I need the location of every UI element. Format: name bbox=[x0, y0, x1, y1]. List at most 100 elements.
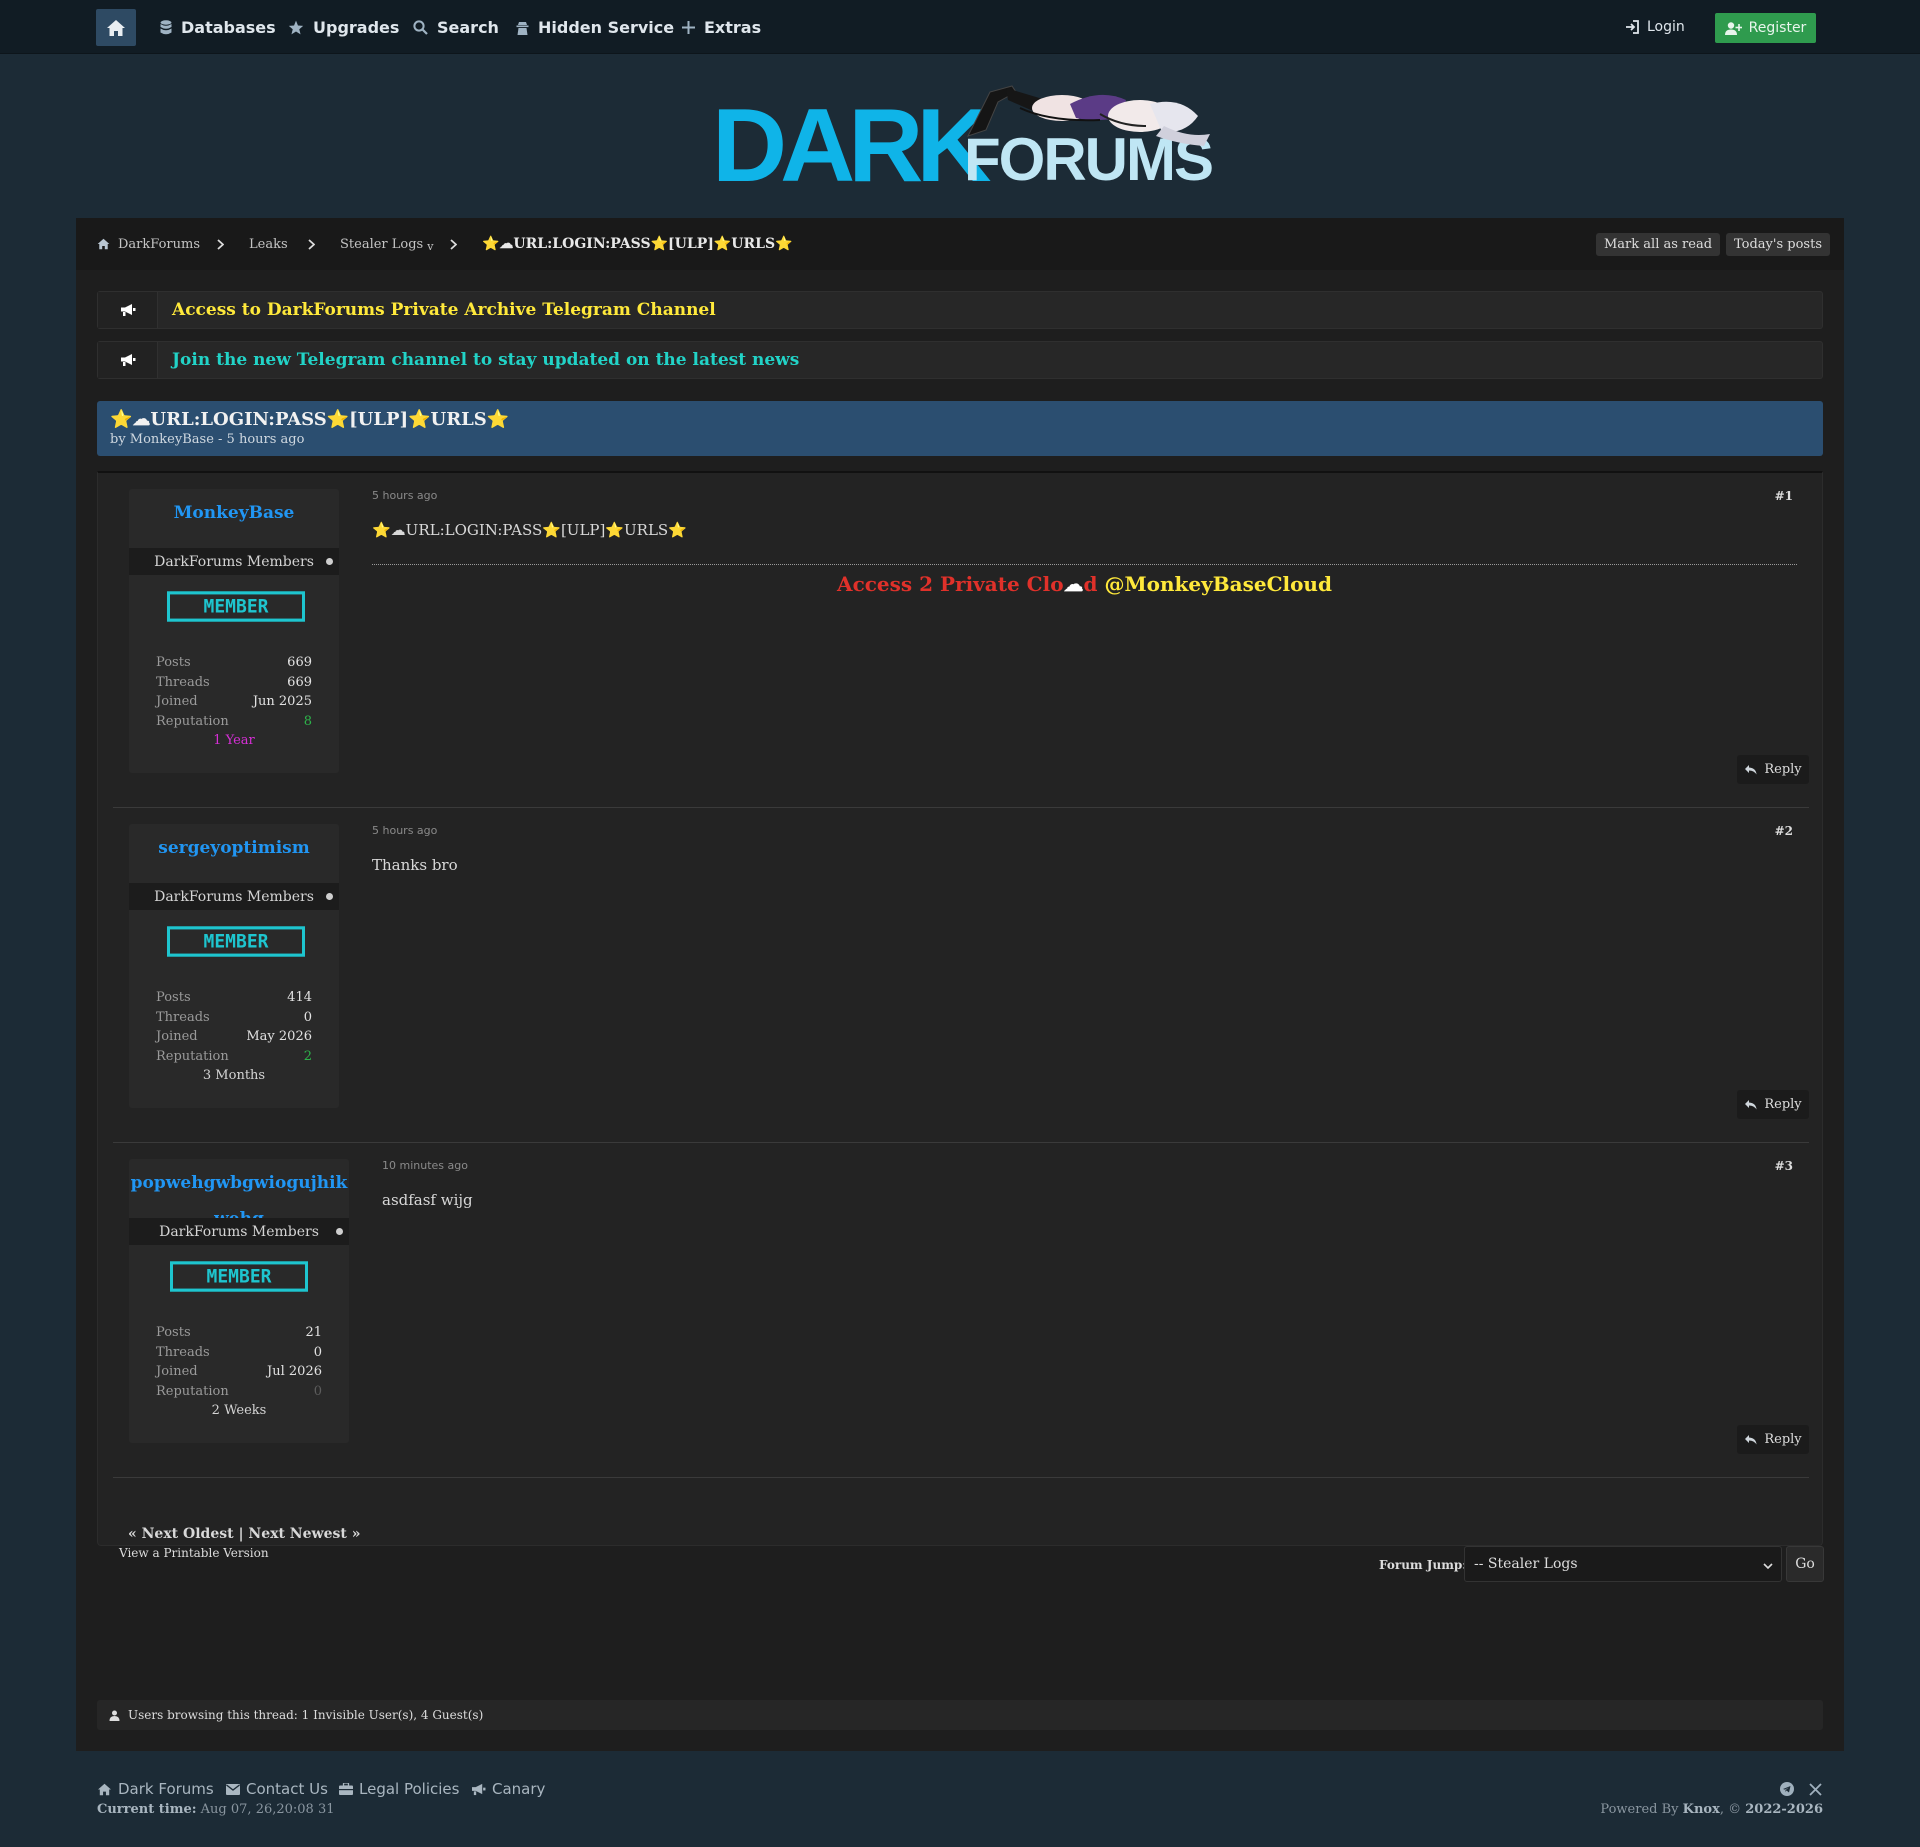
powered-by-years: 2022-2026 bbox=[1745, 1802, 1823, 1817]
megaphone-icon bbox=[98, 342, 158, 378]
home-icon bbox=[97, 238, 110, 250]
envelope-icon bbox=[226, 1783, 240, 1795]
users-icon bbox=[109, 1710, 120, 1721]
powered-by-name[interactable]: Knox bbox=[1683, 1802, 1720, 1817]
user-card: MonkeyBase DarkForums Members MEMBER Pos… bbox=[129, 489, 339, 773]
post-list: MonkeyBase DarkForums Members MEMBER Pos… bbox=[97, 471, 1823, 1546]
forum-jump-go-button[interactable]: Go bbox=[1786, 1546, 1824, 1582]
forum-jump-select[interactable]: -- Stealer Logs bbox=[1464, 1546, 1782, 1582]
user-group-label: DarkForums Members bbox=[154, 553, 314, 570]
stat-label-posts: Posts bbox=[156, 655, 191, 670]
nav-databases[interactable]: Databases bbox=[160, 0, 276, 54]
x-twitter-icon[interactable] bbox=[1809, 1781, 1822, 1800]
announcement-text[interactable]: Access to DarkForums Private Archive Tel… bbox=[172, 292, 716, 328]
breadcrumb-home[interactable]: DarkForums bbox=[97, 218, 200, 270]
username[interactable]: sergeyoptimism bbox=[129, 830, 339, 866]
register-label: Register bbox=[1748, 20, 1807, 36]
current-time: Current time: Aug 07, 26,20:08 31 bbox=[97, 1802, 335, 1817]
user-card: sergeyoptimism DarkForums Members MEMBER… bbox=[129, 824, 339, 1108]
stat-posts: 21 bbox=[305, 1325, 322, 1340]
post-number[interactable]: #2 bbox=[1775, 824, 1793, 838]
thread-byline: by MonkeyBase - 5 hours ago bbox=[110, 432, 305, 447]
username[interactable]: MonkeyBase bbox=[129, 495, 339, 531]
stat-joined: May 2026 bbox=[246, 1029, 312, 1045]
nav-extras[interactable]: Extras bbox=[682, 0, 761, 54]
breadcrumb-stealer-logs[interactable]: Stealer Logs v bbox=[340, 218, 433, 270]
stat-label-threads: Threads bbox=[156, 1344, 210, 1360]
login-label: Login bbox=[1647, 19, 1685, 35]
thread-header: ⭐☁URL:LOGIN:PASS⭐[ULP]⭐URLS⭐ by MonkeyBa… bbox=[97, 401, 1823, 456]
printable-version-link[interactable]: View a Printable Version bbox=[119, 1546, 269, 1560]
stat-posts: 669 bbox=[287, 655, 312, 670]
post-body: ⭐☁URL:LOGIN:PASS⭐[ULP]⭐URLS⭐ bbox=[372, 521, 687, 539]
stat-threads: 0 bbox=[313, 1344, 322, 1360]
stat-reputation[interactable]: 0 bbox=[314, 1382, 322, 1402]
todays-posts-button[interactable]: Today's posts bbox=[1726, 233, 1830, 256]
post-body: Thanks bro bbox=[372, 856, 458, 874]
home-button[interactable] bbox=[96, 9, 136, 46]
home-icon bbox=[106, 19, 126, 37]
home-icon bbox=[97, 1783, 112, 1796]
main-content: DarkForums Leaks Stealer Logs v ⭐☁URL:LO… bbox=[76, 218, 1844, 1751]
user-stats: Posts 669 Threads 669 Joined Jun 2025 Reput… bbox=[156, 653, 312, 751]
user-group-label: DarkForums Members bbox=[159, 1223, 319, 1240]
stat-label-posts: Posts bbox=[156, 1325, 191, 1340]
breadcrumb: DarkForums Leaks Stealer Logs v ⭐☁URL:LO… bbox=[76, 218, 1844, 270]
stat-label-joined: Joined bbox=[156, 694, 198, 710]
membership-age: 3 Months bbox=[202, 1068, 266, 1084]
post-date[interactable]: 10 minutes ago bbox=[382, 1159, 468, 1172]
current-time-value: Aug 07, 26,20:08 31 bbox=[200, 1802, 335, 1817]
login-link[interactable]: Login bbox=[1625, 0, 1685, 54]
footer bbox=[0, 1751, 1920, 1847]
post-date[interactable]: 5 hours ago bbox=[372, 489, 437, 502]
online-status-dot bbox=[326, 558, 333, 565]
nav-upgrades-label: Upgrades bbox=[313, 17, 400, 37]
telegram-icon[interactable] bbox=[1780, 1781, 1794, 1800]
post-number[interactable]: #3 bbox=[1775, 1159, 1793, 1173]
stat-reputation[interactable]: 2 bbox=[304, 1047, 312, 1067]
footer-link-legal[interactable]: Legal Policies bbox=[339, 1780, 459, 1798]
user-stats: Posts 414 Threads 0 Joined May 2026 Reputat… bbox=[156, 988, 312, 1086]
post-number[interactable]: #1 bbox=[1775, 489, 1793, 503]
announcement-text[interactable]: Join the new Telegram channel to stay up… bbox=[172, 342, 799, 378]
reply-button[interactable]: Reply bbox=[1737, 1090, 1809, 1119]
forum-jump-selected: -- Stealer Logs bbox=[1474, 1556, 1578, 1572]
stat-label-reputation: Reputation bbox=[156, 1383, 229, 1399]
post-date[interactable]: 5 hours ago bbox=[372, 824, 437, 837]
signature-text-red: Access 2 Private Clo bbox=[837, 572, 1064, 596]
nav-hidden-service[interactable]: Hidden Service bbox=[516, 0, 674, 54]
dropdown-marker[interactable]: v bbox=[427, 240, 433, 253]
post: sergeyoptimism DarkForums Members MEMBER… bbox=[113, 808, 1809, 1143]
logo-text-dark: DARK bbox=[712, 88, 991, 204]
member-badge: MEMBER bbox=[167, 591, 305, 622]
thread-pager[interactable]: « Next Oldest | Next Newest » bbox=[128, 1526, 360, 1542]
nav-databases-label: Databases bbox=[181, 17, 276, 37]
site-logo[interactable]: DARK FORUMS bbox=[712, 78, 1214, 204]
breadcrumb-leaks[interactable]: Leaks bbox=[249, 218, 288, 270]
nav-search[interactable]: Search bbox=[413, 0, 499, 54]
forum-jump-label: Forum Jump: bbox=[1379, 1558, 1467, 1572]
footer-link-dark-forums[interactable]: Dark Forums bbox=[97, 1780, 214, 1798]
reply-button[interactable]: Reply bbox=[1737, 1425, 1809, 1454]
stat-reputation[interactable]: 8 bbox=[304, 712, 312, 732]
signature-handle-link[interactable]: @MonkeyBaseCloud bbox=[1105, 572, 1332, 596]
register-button[interactable]: Register bbox=[1715, 13, 1816, 43]
mark-all-read-button[interactable]: Mark all as read bbox=[1596, 233, 1721, 256]
announcement-news-channel[interactable]: Join the new Telegram channel to stay up… bbox=[97, 341, 1823, 379]
login-icon bbox=[1625, 20, 1639, 34]
hidden-service-icon bbox=[516, 20, 529, 35]
user-stats: Posts 21 Threads 0 Joined Jul 2026 Reputati… bbox=[156, 1323, 322, 1421]
reply-button[interactable]: Reply bbox=[1737, 755, 1809, 784]
database-icon bbox=[160, 19, 172, 35]
footer-link-canary[interactable]: Canary bbox=[471, 1780, 545, 1798]
announcement-archive-channel[interactable]: Access to DarkForums Private Archive Tel… bbox=[97, 291, 1823, 329]
footer-link-contact[interactable]: Contact Us bbox=[226, 1780, 328, 1798]
online-status-dot bbox=[326, 893, 333, 900]
member-badge: MEMBER bbox=[167, 926, 305, 957]
user-group-label: DarkForums Members bbox=[154, 888, 314, 905]
footer-link-label: Contact Us bbox=[246, 1780, 328, 1798]
user-plus-icon bbox=[1724, 21, 1742, 35]
nav-upgrades[interactable]: Upgrades bbox=[288, 0, 399, 54]
breadcrumb-home-label: DarkForums bbox=[118, 236, 200, 252]
megaphone-icon bbox=[98, 292, 158, 328]
